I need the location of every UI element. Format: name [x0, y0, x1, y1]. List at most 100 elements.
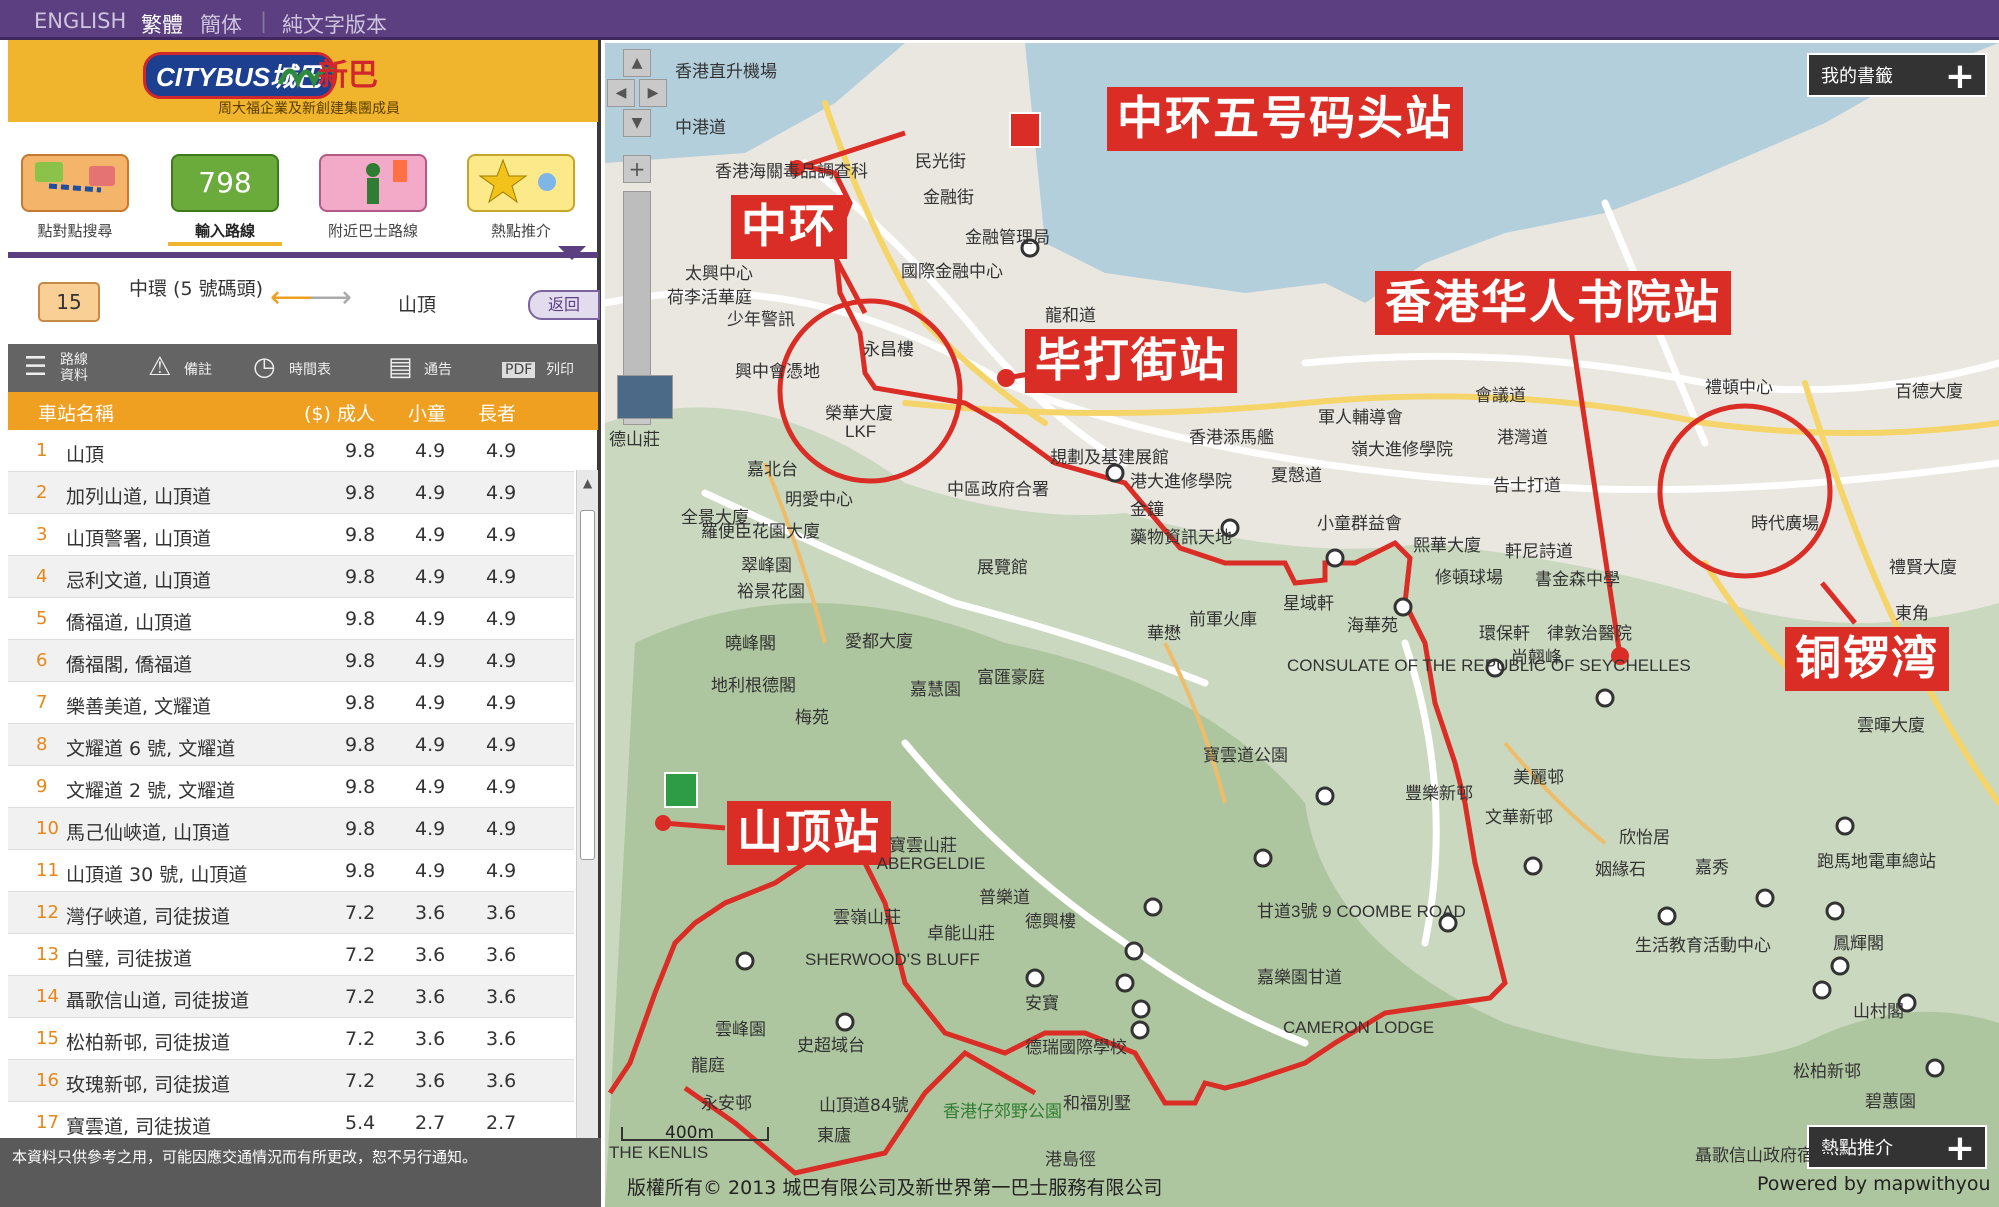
- back-button[interactable]: 返回: [528, 290, 600, 320]
- map-label: 國際金融中心: [901, 262, 1003, 282]
- table-row[interactable]: 8 文耀道 6 號, 文耀道 9.8 4.9 4.9: [8, 724, 574, 766]
- tool-label: 通告: [424, 362, 452, 378]
- tool-label: 備註: [184, 362, 212, 378]
- senior-fare: 3.6: [486, 902, 517, 924]
- map-label: 嘉慧園: [910, 680, 961, 700]
- route-number-button[interactable]: 798 輸入路線: [160, 142, 290, 246]
- route-info-button[interactable]: ☰ 路線資料: [24, 352, 134, 386]
- child-fare: 3.6: [415, 902, 446, 924]
- table-row[interactable]: 16 玫瑰新邨, 司徒拔道 7.2 3.6 3.6: [8, 1060, 574, 1102]
- child-fare: 4.9: [415, 482, 446, 504]
- table-row[interactable]: 6 僑福閣, 僑福道 9.8 4.9 4.9: [8, 640, 574, 682]
- notice-button[interactable]: ▤ 通告: [388, 352, 468, 386]
- child-fare: 4.9: [415, 734, 446, 756]
- timetable-button[interactable]: ◷ 時間表: [253, 352, 353, 386]
- map-label: 德瑞國際學校: [1025, 1038, 1127, 1058]
- table-row[interactable]: 4 忌利文道, 山頂道 9.8 4.9 4.9: [8, 556, 574, 598]
- map-label: 松柏新邨: [1793, 1062, 1861, 1082]
- point-to-point-icon: [21, 154, 129, 212]
- table-row[interactable]: 9 文耀道 2 號, 文耀道 9.8 4.9 4.9: [8, 766, 574, 808]
- senior-fare: 3.6: [486, 1028, 517, 1050]
- table-row[interactable]: 3 山頂警署, 山頂道 9.8 4.9 4.9: [8, 514, 574, 556]
- map-label: 金融街: [923, 188, 974, 208]
- lang-english-link[interactable]: ENGLISH: [34, 9, 126, 33]
- warning-icon: ⚠: [148, 352, 172, 382]
- adult-fare: 9.8: [345, 482, 376, 504]
- pan-up-icon[interactable]: ▲: [623, 49, 651, 77]
- pan-left-icon[interactable]: ◀: [607, 79, 635, 107]
- map-label: 禮賢大廈: [1889, 558, 1957, 578]
- map-label: 中港道: [675, 118, 726, 138]
- map-copyright: 版權所有© 2013 城巴有限公司及新世界第一巴士服務有限公司: [627, 1177, 1163, 1199]
- table-row[interactable]: 5 僑福道, 山頂道 9.8 4.9 4.9: [8, 598, 574, 640]
- child-fare: 3.6: [415, 1070, 446, 1092]
- adult-fare: 7.2: [345, 944, 376, 966]
- scroll-up-icon[interactable]: ▲: [583, 476, 592, 490]
- feature-label: 輸入路線: [194, 222, 255, 240]
- table-row[interactable]: 15 松柏新邨, 司徒拔道 7.2 3.6 3.6: [8, 1018, 574, 1060]
- pan-down-icon[interactable]: ▼: [623, 109, 651, 137]
- table-scrollbar[interactable]: ▲ ▼: [576, 470, 598, 1176]
- remarks-button[interactable]: ⚠ 備註: [148, 352, 228, 386]
- point-to-point-button[interactable]: 點對點搜尋: [10, 142, 140, 242]
- zoom-slider[interactable]: [623, 191, 651, 391]
- map-label: 德山莊: [609, 430, 660, 450]
- map-label-kenlis: THE KENLIS: [609, 1143, 709, 1162]
- print-button[interactable]: PDF 列印: [502, 352, 592, 386]
- child-fare: 3.6: [415, 986, 446, 1008]
- map-label: 永昌樓: [863, 340, 914, 360]
- my-bookmarks-button[interactable]: 我的書籤 +: [1807, 53, 1987, 97]
- table-row[interactable]: 1 山頂 9.8 4.9 4.9: [8, 430, 574, 472]
- collapse-toggle-icon[interactable]: [558, 246, 586, 260]
- senior-fare: 4.9: [486, 692, 517, 714]
- table-row[interactable]: 11 山頂道 30 號, 山頂道 9.8 4.9 4.9: [8, 850, 574, 892]
- pan-right-icon[interactable]: ▶: [639, 79, 667, 107]
- nearby-bus-button[interactable]: 附近巴士路線: [308, 142, 438, 242]
- map-label: 展覽館: [977, 558, 1028, 578]
- zoom-in-button[interactable]: +: [623, 155, 651, 183]
- stop-name: 樂善美道, 文耀道: [66, 696, 212, 718]
- overview-map-icon[interactable]: [617, 375, 673, 419]
- map-label: 翠峰園: [741, 556, 792, 576]
- map-label: 軍人輔導會: [1318, 408, 1403, 428]
- lang-traditional-link[interactable]: 繁體: [141, 9, 183, 39]
- direction-switch-icon[interactable]: ⟵⟶: [270, 280, 352, 315]
- map-label: 香港添馬艦: [1189, 428, 1274, 448]
- hotspot-map-button[interactable]: 熱點推介 +: [1807, 1125, 1987, 1169]
- route-map[interactable]: ▲ ◀ ▶ ▼ + − 我的書籤 + 熱點推介 + 中环五号码头站 中环 毕打街…: [605, 43, 1999, 1207]
- hotspot-button[interactable]: 熱點推介: [456, 142, 586, 242]
- table-row[interactable]: 7 樂善美道, 文耀道 9.8 4.9 4.9: [8, 682, 574, 724]
- scrollbar-thumb[interactable]: [580, 510, 595, 860]
- text-only-link[interactable]: 純文字版本: [282, 9, 387, 39]
- map-label: 書金森中學: [1535, 570, 1620, 590]
- map-label: 藥物資訊天地: [1130, 528, 1232, 548]
- table-row[interactable]: 12 灣仔峽道, 司徒拔道 7.2 3.6 3.6: [8, 892, 574, 934]
- nearby-bus-icon: [319, 154, 427, 212]
- map-label: 規劃及基建展館: [1050, 448, 1169, 468]
- senior-fare: 3.6: [486, 944, 517, 966]
- table-row[interactable]: 10 馬己仙峽道, 山頂道 9.8 4.9 4.9: [8, 808, 574, 850]
- map-label: 卓能山莊: [927, 924, 995, 944]
- section-divider: [8, 252, 598, 258]
- callout-central: 中环: [731, 195, 847, 259]
- adult-fare: 5.4: [345, 1112, 376, 1134]
- map-label: 豐樂新邨: [1405, 784, 1473, 804]
- table-row[interactable]: 13 白璧, 司徒拔道 7.2 3.6 3.6: [8, 934, 574, 976]
- map-label: 星域軒: [1283, 594, 1334, 614]
- senior-fare: 4.9: [486, 818, 517, 840]
- lang-simplified-link[interactable]: 簡体: [200, 9, 242, 39]
- route-origin: 中環 (5 號碼頭): [129, 278, 263, 300]
- adult-fare: 9.8: [345, 734, 376, 756]
- map-label: 軒尼詩道: [1505, 542, 1573, 562]
- table-row[interactable]: 2 加列山道, 山頂道 9.8 4.9 4.9: [8, 472, 574, 514]
- map-label: 夏慤道: [1271, 466, 1322, 486]
- child-fare: 3.6: [415, 944, 446, 966]
- map-label: 禮頓中心: [1705, 378, 1773, 398]
- adult-fare: 7.2: [345, 902, 376, 924]
- callout-hklib: 香港华人书院站: [1375, 271, 1731, 335]
- table-row[interactable]: 14 聶歌信山道, 司徒拔道 7.2 3.6 3.6: [8, 976, 574, 1018]
- end-flag-icon: [1009, 112, 1041, 148]
- route-destination: 山頂: [398, 294, 437, 316]
- map-label: 太興中心: [685, 264, 753, 284]
- stop-name: 加列山道, 山頂道: [66, 486, 212, 508]
